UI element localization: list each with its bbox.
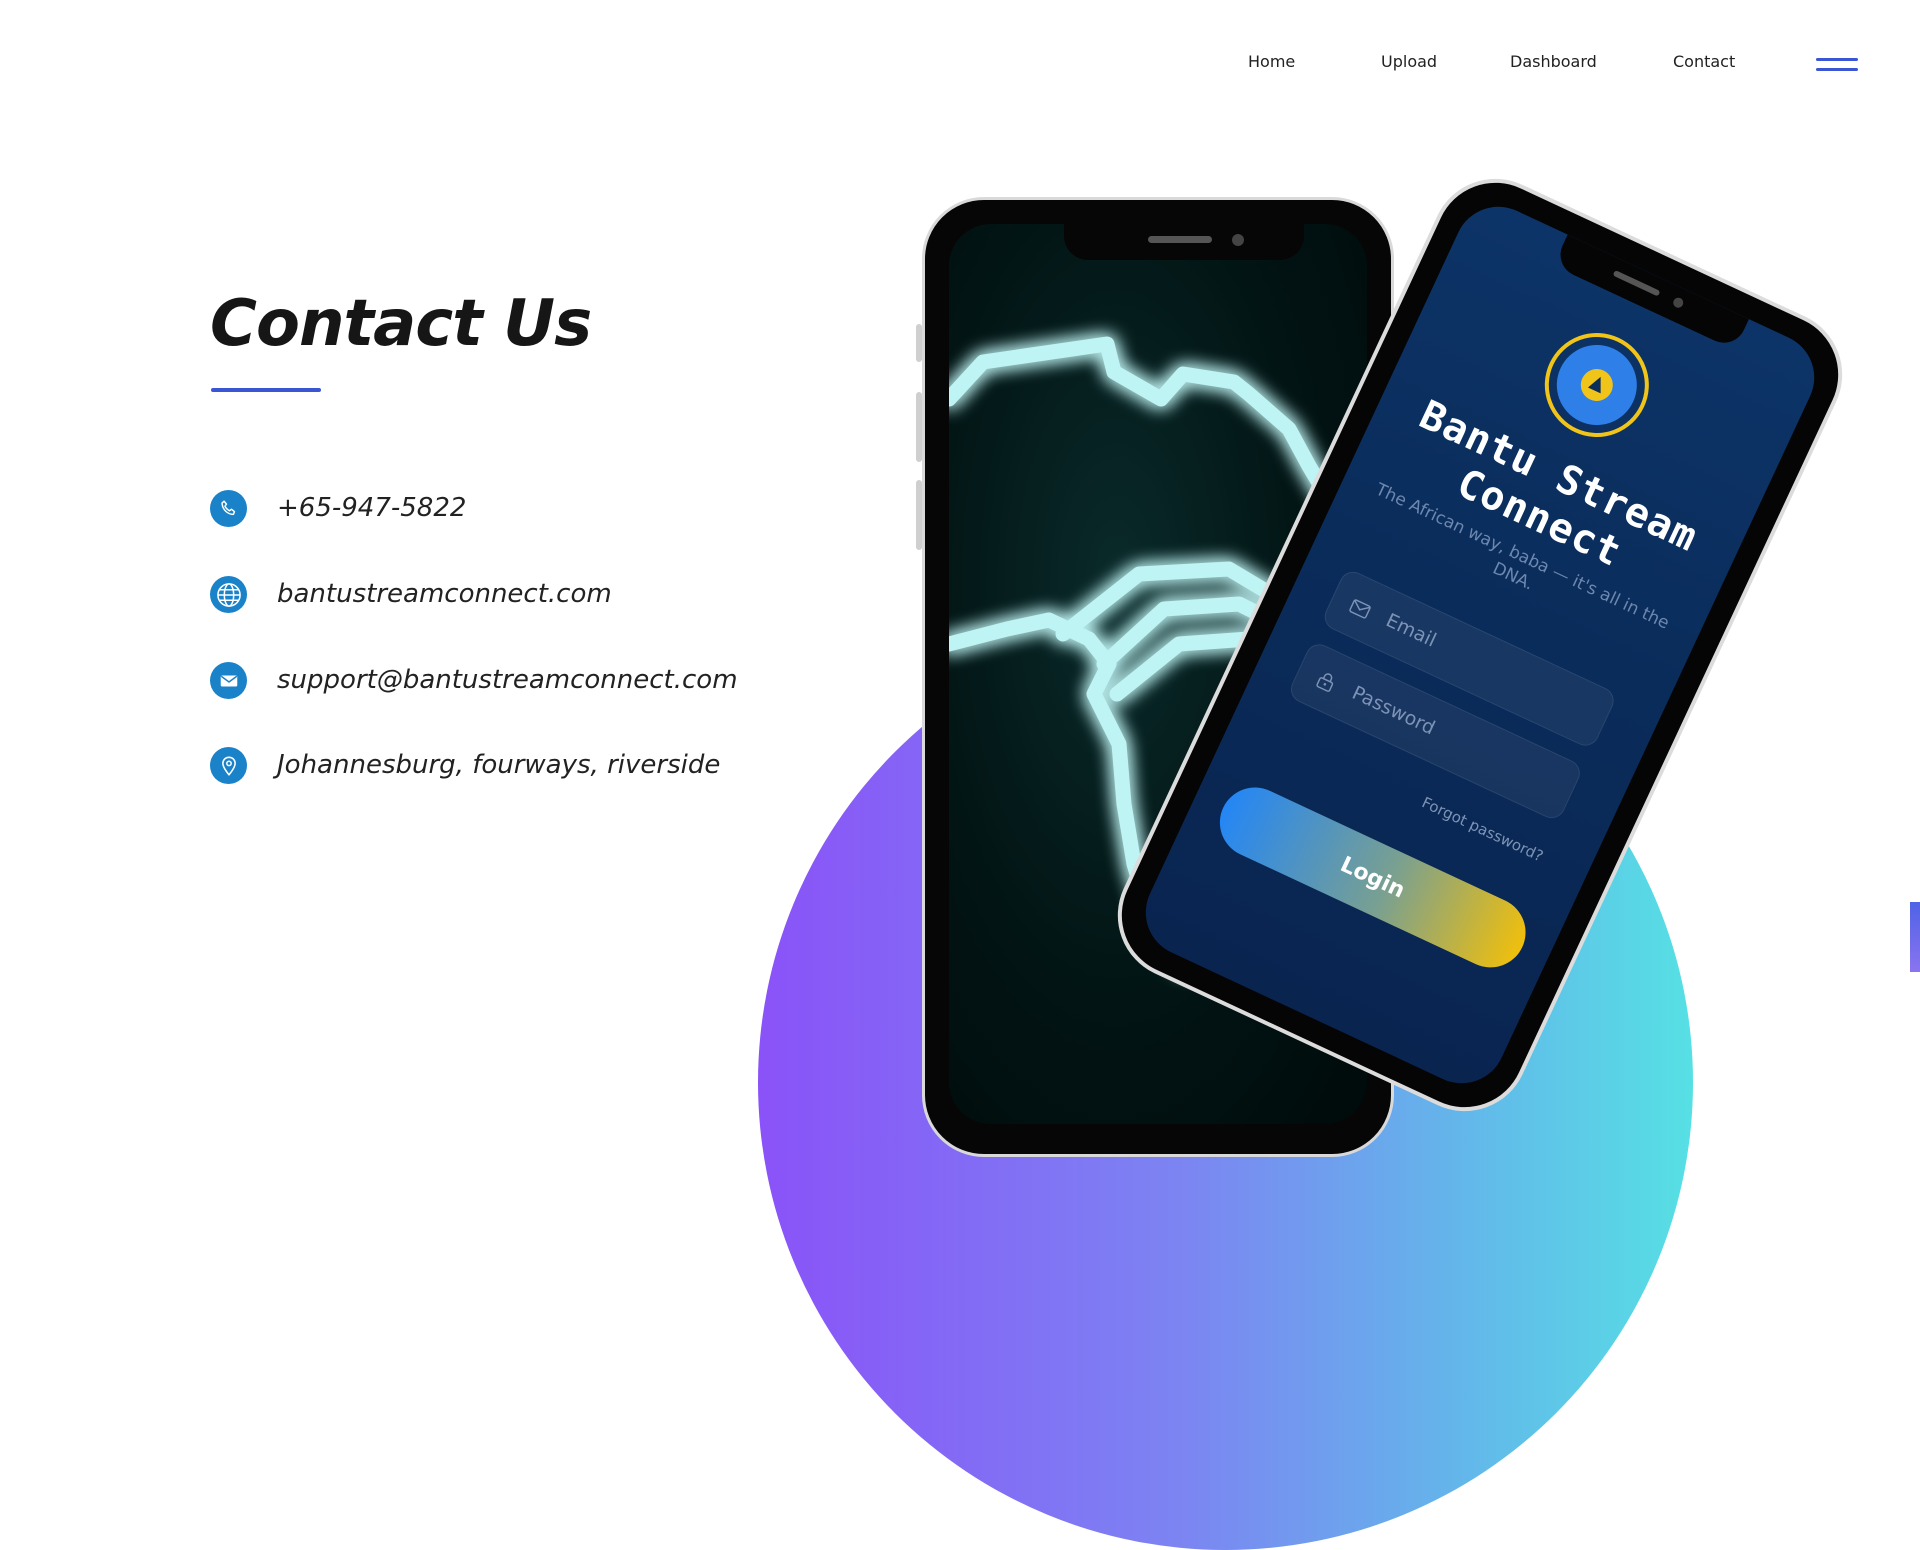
location-pin-icon <box>210 747 247 784</box>
mail-icon <box>1349 599 1371 619</box>
nav-upload-link[interactable]: Upload <box>1381 52 1437 71</box>
nav-dashboard-link[interactable]: Dashboard <box>1510 52 1597 71</box>
phone-notch <box>1064 224 1304 260</box>
globe-icon <box>210 576 247 613</box>
mail-icon <box>210 662 247 699</box>
side-feedback-tab[interactable] <box>1910 902 1920 972</box>
password-placeholder: Password <box>1348 681 1439 740</box>
phone-notch <box>1553 234 1749 350</box>
lock-icon <box>1316 673 1334 692</box>
app-logo <box>1527 315 1666 455</box>
login-button[interactable]: Login <box>1208 775 1538 979</box>
page-title: Contact Us <box>210 287 592 361</box>
hamburger-menu-icon[interactable] <box>1816 58 1858 72</box>
top-nav: Home Upload Dashboard Contact <box>0 52 1920 82</box>
nav-home-link[interactable]: Home <box>1248 52 1295 71</box>
contact-email-text[interactable]: support@bantustreamconnect.com <box>277 665 738 695</box>
title-underline <box>211 388 321 392</box>
contact-address-text: Johannesburg, fourways, riverside <box>277 750 721 780</box>
phone-icon <box>210 490 247 527</box>
nav-contact-link[interactable]: Contact <box>1673 52 1735 71</box>
contact-website-text[interactable]: bantustreamconnect.com <box>277 579 612 609</box>
email-placeholder: Email <box>1382 609 1440 652</box>
contact-phone-text: +65-947-5822 <box>277 493 467 523</box>
app-logo-icon <box>1580 369 1613 402</box>
